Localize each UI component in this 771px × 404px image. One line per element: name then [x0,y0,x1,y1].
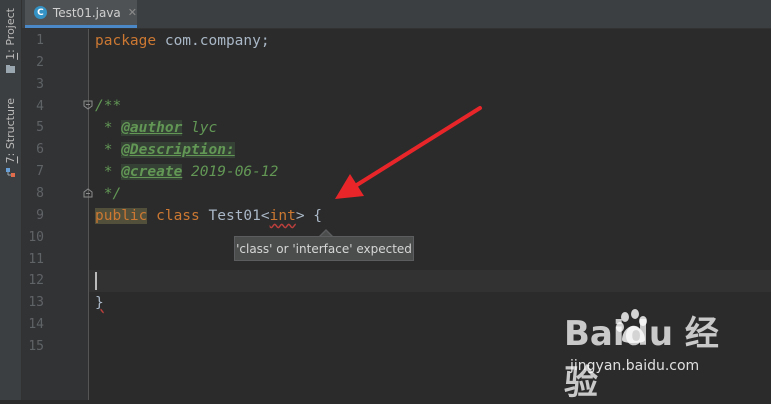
code-line-5: * @author lyc [95,120,218,136]
line-number: 6 [36,142,44,158]
line-number: 12 [28,273,44,289]
line-number: 3 [36,76,44,92]
project-tool-label: 1: Project [4,8,17,60]
code-line-4: /** [95,98,122,114]
line-number: 8 [36,185,44,201]
editor-tab-bar: C Test01.java ✕ [22,0,771,29]
text-caret [95,272,97,290]
code-line-6: * @Description: [95,142,235,158]
line-number: 1 [36,33,44,48]
line-number: 14 [28,317,44,333]
code-line-1: package com.company; [95,33,270,49]
code-line-7: * @create 2019-06-12 [95,164,279,180]
line-number: 5 [36,120,44,136]
code-line-13: } [95,295,104,311]
code-line-9: public class Test01<int> { [95,208,323,224]
line-number: 15 [28,338,44,354]
structure-icon [6,168,15,178]
line-number: 2 [36,54,44,70]
structure-tool-label: 7: Structure [4,98,17,164]
java-class-icon: C [34,6,47,19]
line-number: 4 [36,98,44,114]
watermark-url: jingyan.baidu.com [570,358,700,374]
baidu-watermark: Baidu 经验 jingyan.baidu.com [564,306,749,403]
tool-window-strip: 1: Project 7: Structure [0,0,22,400]
code-line-8: */ [95,186,122,202]
watermark-brand: Baidu 经验 [564,314,719,403]
line-number: 11 [28,251,44,267]
line-number: 10 [28,229,44,245]
structure-tool-button[interactable]: 7: Structure [0,98,21,178]
tab-title: Test01.java [52,5,121,20]
line-number: 7 [36,164,44,180]
line-number: 9 [36,207,44,223]
error-token: int [269,208,296,224]
project-tool-button[interactable]: 1: Project [0,8,21,75]
tab-test01-java[interactable]: C Test01.java ✕ [25,0,137,28]
folder-icon [6,64,15,73]
line-number: 13 [28,295,44,311]
close-icon[interactable]: ✕ [128,6,137,19]
error-tooltip: 'class' or 'interface' expected [234,236,414,261]
